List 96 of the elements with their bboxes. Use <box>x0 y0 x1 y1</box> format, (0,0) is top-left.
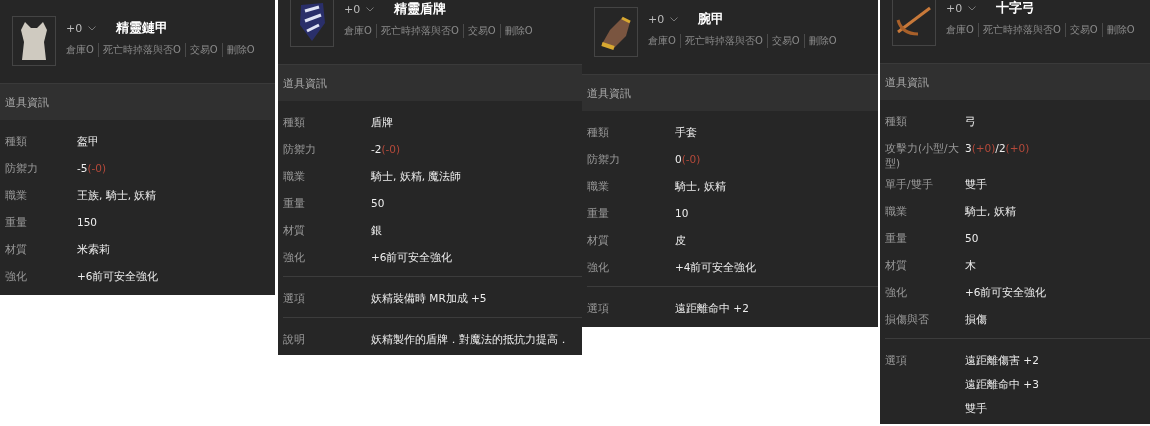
enhance-level: +0 <box>946 2 963 15</box>
stat-label: 強化 <box>4 269 28 284</box>
item-tag: 交易O <box>184 43 222 57</box>
item-tag: 刪除O <box>499 24 537 38</box>
stat-label: 種類 <box>282 115 306 130</box>
item-tag: 倉庫O <box>648 34 680 48</box>
stat-value: 米索莉 <box>77 242 110 257</box>
stat-value: 騎士, 妖精 <box>675 179 726 194</box>
stat-value: 木 <box>965 258 976 274</box>
stat-label: 損傷與否 <box>884 312 930 328</box>
stat-label: 選項 <box>885 353 908 369</box>
stat-value: 遠距離傷害 +2 <box>965 353 1039 369</box>
section-header: 道具資訊 <box>278 65 582 101</box>
item-name: 精靈盾牌 <box>394 1 447 18</box>
stat-value: 皮 <box>675 233 686 248</box>
section-header: 道具資訊 <box>880 64 1150 100</box>
item-tag: 交易O <box>766 34 804 48</box>
stat-label: 重量 <box>4 215 28 230</box>
stat-label: 強化 <box>282 250 306 265</box>
stat-value: 3(+0)/2(+0) <box>965 141 1030 156</box>
stat-label: 防禦力 <box>586 152 621 167</box>
item-tag: 刪除O <box>221 43 259 57</box>
stat-value: +4前可安全強化 <box>675 260 757 275</box>
shield-icon <box>297 1 327 43</box>
chevron-icon[interactable] <box>88 26 97 31</box>
stat-label: 職業 <box>586 179 610 194</box>
stat-label: 攻擊力(小型/大型) <box>884 141 960 171</box>
stat-value: 手套 <box>675 125 697 140</box>
item-tag: 死亡時掉落與否O <box>977 23 1065 37</box>
enhance-level: +0 <box>648 13 665 26</box>
stat-value: 妖精製作的盾牌．對魔法的抵抗力提高． <box>371 332 569 347</box>
stat-label: 選項 <box>283 291 306 306</box>
stat-label: 重量 <box>282 196 306 211</box>
stat-label: 種類 <box>884 114 908 129</box>
stat-value: 騎士, 妖精, 魔法師 <box>371 169 462 184</box>
stat-value: 50 <box>371 196 385 211</box>
stat-label: 職業 <box>4 188 28 203</box>
stat-label: 種類 <box>586 125 610 140</box>
stat-label: 強化 <box>586 260 610 275</box>
stat-value: 雙手 <box>965 177 987 193</box>
stat-label: 防禦力 <box>282 142 317 157</box>
stat-label: 種類 <box>4 134 28 149</box>
item-tag: 倉庫O <box>344 24 376 38</box>
stat-value: 0(-0) <box>675 152 701 167</box>
item-tag: 交易O <box>462 24 500 38</box>
stat-label: 選項 <box>587 301 610 316</box>
stat-value: 遠距離命中 +2 <box>675 301 749 316</box>
stat-label: 材質 <box>4 242 28 257</box>
stat-value: 150 <box>77 215 98 230</box>
stat-value: 弓 <box>965 114 976 129</box>
enhance-level: +0 <box>66 22 83 35</box>
stat-value: 50 <box>965 231 979 247</box>
stat-value: 王族, 騎士, 妖精 <box>77 188 157 203</box>
enhance-level: +0 <box>344 3 361 16</box>
item-name: 十字弓 <box>996 0 1036 17</box>
stat-value: 雙手 <box>965 401 988 417</box>
item-tag: 死亡時掉落與否O <box>679 34 767 48</box>
chevron-icon[interactable] <box>366 7 375 12</box>
stat-value: 10 <box>675 206 689 221</box>
stat-label: 強化 <box>884 285 908 301</box>
item-tag: 死亡時掉落與否O <box>97 43 185 57</box>
stat-label: 職業 <box>884 204 908 220</box>
stat-value: 遠距離命中 +3 <box>965 377 1039 393</box>
stat-value: 銀 <box>371 223 382 238</box>
stat-value: 損傷 <box>965 312 987 328</box>
section-header: 道具資訊 <box>0 84 275 120</box>
stat-value: 盔甲 <box>77 134 99 149</box>
item-tag: 刪除O <box>1101 23 1139 37</box>
stat-label: 材質 <box>884 258 908 274</box>
armor-icon <box>19 20 49 62</box>
stat-value: -2(-0) <box>371 142 401 157</box>
item-tag: 刪除O <box>803 34 841 48</box>
stat-value: +6前可安全強化 <box>965 285 1047 301</box>
stat-value: +6前可安全強化 <box>77 269 159 284</box>
item-tag: 倉庫O <box>946 23 978 37</box>
stat-value: -5(-0) <box>77 161 107 176</box>
chevron-icon[interactable] <box>968 6 977 11</box>
stat-label: 重量 <box>884 231 908 247</box>
stat-value: 妖精裝備時 MR加成 +5 <box>371 291 487 306</box>
stat-label: 材質 <box>282 223 306 238</box>
chevron-icon[interactable] <box>670 17 679 22</box>
item-name: 腕甲 <box>698 11 725 28</box>
stat-label: 防禦力 <box>4 161 39 176</box>
stat-value: 騎士, 妖精 <box>965 204 1016 220</box>
item-tag: 倉庫O <box>66 43 98 57</box>
section-header: 道具資訊 <box>582 75 878 111</box>
item-name: 精靈鏈甲 <box>116 20 169 37</box>
stat-value: 盾牌 <box>371 115 393 130</box>
item-tag: 交易O <box>1064 23 1102 37</box>
stat-label: 職業 <box>282 169 306 184</box>
item-tag: 死亡時掉落與否O <box>375 24 463 38</box>
stat-label: 重量 <box>586 206 610 221</box>
stat-label: 材質 <box>586 233 610 248</box>
stat-value: +6前可安全強化 <box>371 250 453 265</box>
stat-label: 單手/雙手 <box>884 177 934 193</box>
stat-label: 說明 <box>283 332 306 347</box>
